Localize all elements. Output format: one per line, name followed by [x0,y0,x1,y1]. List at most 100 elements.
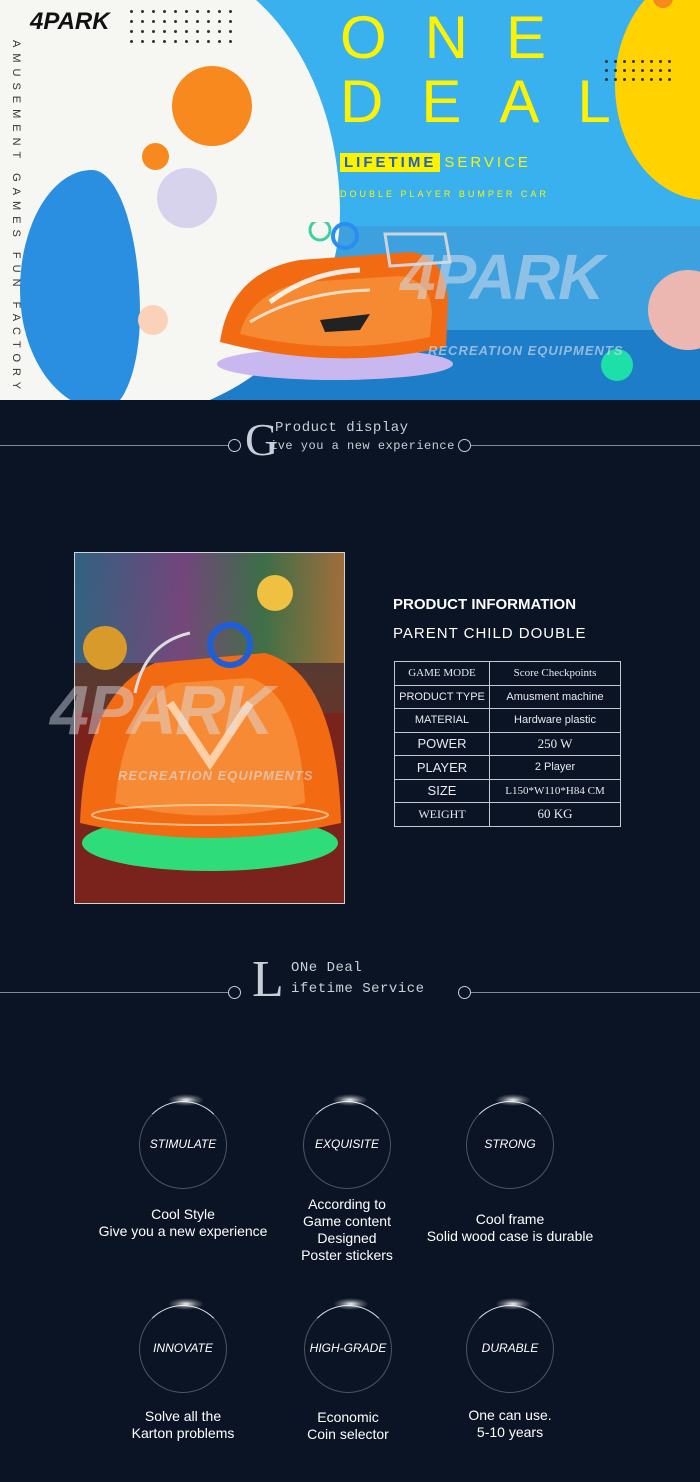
decor-dot [650,78,653,81]
spec-value: 60 KG [489,802,621,827]
feature-label: STRONG [484,1137,536,1151]
feature-label: DURABLE [481,1341,539,1355]
feature-desc-line: Karton problems [131,1425,235,1441]
decor-dot [207,30,210,33]
decor-dot [218,20,221,23]
spec-key: MATERIAL [394,708,490,733]
ring-glow [332,1094,368,1106]
decor-dot [207,10,210,13]
decor-dot [668,69,671,72]
divider-ring-icon [458,439,471,452]
decor-dot [185,30,188,33]
decor-dot [152,40,155,43]
decor-dot [229,30,232,33]
divider-line-right [471,992,700,993]
decor-dot [668,60,671,63]
divider-ring-icon [228,986,241,999]
spec-value: Amusment machine [489,684,621,709]
decor-dot [207,20,210,23]
spec-key: PLAYER [394,755,490,780]
section-title: Product display [275,420,409,436]
feature-desc-line: Coin selector [307,1426,389,1442]
decor-dot [605,60,608,63]
hero-watermark-sub: RECREATION EQUIPMENTS [428,343,624,358]
lifetime-rest: SERVICE [444,154,531,171]
ring-glow [495,1094,531,1106]
table-row: PRODUCT TYPE Amusment machine [394,684,621,709]
product-info-subtitle: PARENT CHILD DOUBLE [393,625,587,642]
feature-desc-line: Poster stickers [301,1247,393,1263]
ring-glow [333,1298,369,1310]
feature-ring: HIGH-GRADE [304,1298,392,1393]
table-row: MATERIAL Hardware plastic [394,708,621,733]
feature-label: STIMULATE [149,1137,217,1151]
feature-label: EXQUISITE [314,1137,379,1151]
decor-dot [185,10,188,13]
feature-stimulate: STIMULATE Cool Style Give you a new expe… [93,1094,273,1240]
decor-circle-peach [138,305,168,335]
decor-dot [130,40,133,43]
table-row: POWER 250 W [394,731,621,756]
decor-dot [185,20,188,23]
decor-dot [218,10,221,13]
decor-dot [163,20,166,23]
feature-desc-line: Cool Style [151,1206,215,1222]
decor-dot [185,40,188,43]
decor-dot [229,40,232,43]
decor-dot [141,30,144,33]
feature-ring: EXQUISITE [303,1094,391,1189]
product-info-title: PRODUCT INFORMATION [393,596,577,613]
spec-key: GAME MODE [394,661,490,686]
decor-dot [218,40,221,43]
decor-dot [130,20,133,23]
feature-ring: DURABLE [466,1298,554,1393]
section-header-lifetime-service: L ONe Deal ifetime Service [0,951,700,1024]
decor-dot [614,60,617,63]
feature-durable: DURABLE One can use. 5-10 years [420,1298,600,1441]
feature-desc-line: Give you a new experience [98,1223,268,1239]
feature-desc-line: Designed [317,1230,377,1246]
feature-innovate: INNOVATE Solve all the Karton problems [93,1298,273,1442]
decor-dot [650,60,653,63]
hero-headline: ONE DEAL [340,4,649,135]
decor-dot [659,78,662,81]
brand-logo: 4PARK [30,8,110,35]
divider-ring-icon [228,439,241,452]
feature-description: According to Game content Designed Poste… [257,1196,437,1264]
decor-dot [152,20,155,23]
table-row: GAME MODE Score Checkpoints [394,661,621,686]
photo-watermark-sub: RECREATION EQUIPMENTS [118,768,314,783]
section-title: ONe Deal [291,960,363,976]
divider-line-right [471,445,700,446]
decor-dot [152,10,155,13]
table-row: WEIGHT 60 KG [394,802,621,827]
feature-desc-line: One can use. [468,1407,552,1423]
spec-key: PRODUCT TYPE [394,684,490,709]
feature-strong: STRONG Cool frame Solid wood case is dur… [420,1094,600,1245]
photo-watermark: 4PARK [50,671,274,749]
divider-ring-icon [458,986,471,999]
feature-exquisite: EXQUISITE According to Game content Desi… [257,1094,437,1264]
hero-lifetime-line: LIFETIME SERVICE [340,153,531,172]
feature-desc-line: Game content [303,1213,391,1229]
feature-label: HIGH-GRADE [309,1341,387,1355]
decor-dot [229,20,232,23]
decor-dot [141,20,144,23]
decor-dot [623,60,626,63]
table-row: SIZE L150*W110*H84 CM [394,778,621,803]
feature-ring: INNOVATE [139,1298,227,1393]
decor-circle-orange-small [142,143,169,170]
section-subtitle: ive you a new experience [270,439,455,453]
decor-dots-top [130,10,232,43]
feature-description: One can use. 5-10 years [420,1407,600,1441]
decor-dot [163,30,166,33]
decor-circle-orange [172,66,252,146]
feature-desc-line: Solid wood case is durable [426,1228,594,1244]
decor-dot [207,40,210,43]
spec-key: POWER [394,731,490,756]
feature-label: INNOVATE [153,1341,213,1355]
divider-line-left [0,992,228,993]
decor-dot [659,60,662,63]
feature-description: Solve all the Karton problems [93,1408,273,1442]
spec-key: SIZE [394,778,490,803]
